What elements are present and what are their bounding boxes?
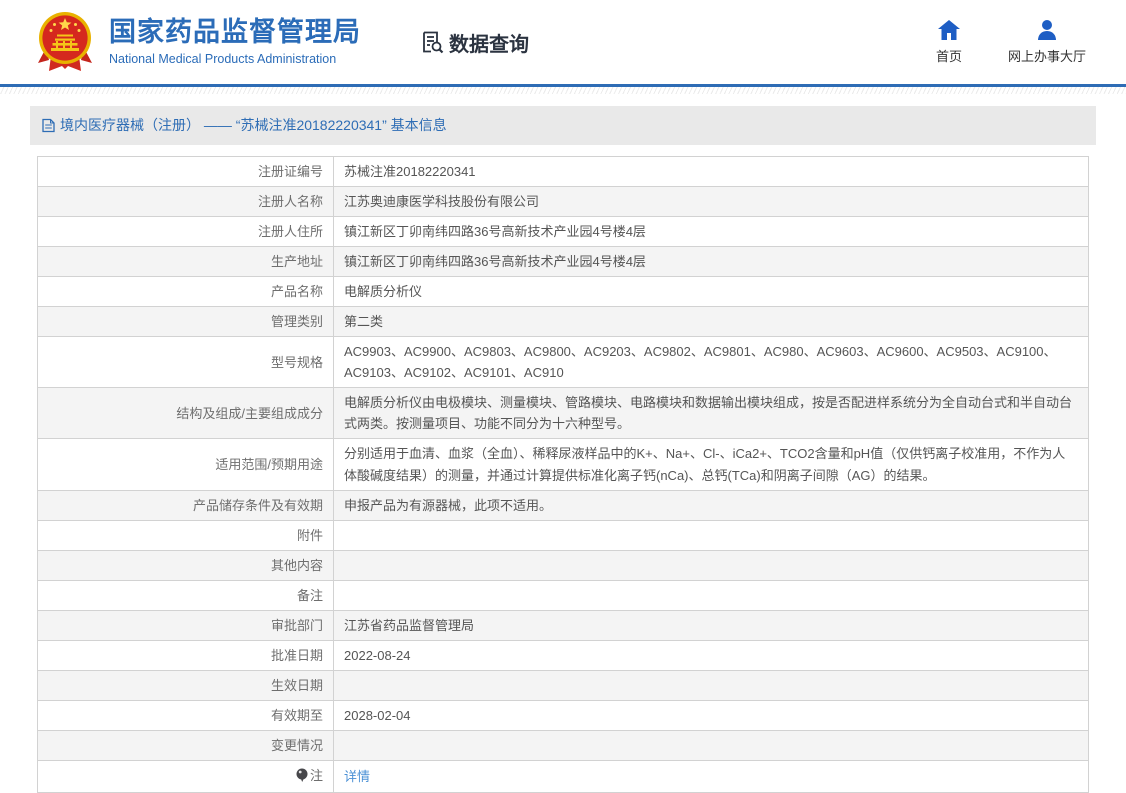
- field-label: 其他内容: [38, 550, 334, 580]
- field-value: 江苏省药品监督管理局: [334, 610, 1089, 640]
- field-value: 镇江新区丁卯南纬四路36号高新技术产业园4号楼4层: [334, 247, 1089, 277]
- field-label: 备注: [38, 580, 334, 610]
- field-value: 苏械注准20182220341: [334, 157, 1089, 187]
- home-icon: [937, 19, 961, 41]
- section-data-query[interactable]: 数据查询: [419, 28, 529, 57]
- field-label: 注册人名称: [38, 187, 334, 217]
- field-label: 注册证编号: [38, 157, 334, 187]
- table-row: 注册证编号苏械注准20182220341: [38, 157, 1089, 187]
- note-balloon-icon: [296, 767, 308, 788]
- field-label: 变更情况: [38, 730, 334, 760]
- main-content: 境内医疗器械（注册） —— “苏械注准20182220341” 基本信息 注册证…: [30, 106, 1096, 793]
- field-label: 结构及组成/主要组成成分: [38, 388, 334, 439]
- field-label: 适用范围/预期用途: [38, 439, 334, 490]
- field-value: [334, 550, 1089, 580]
- person-icon: [1035, 19, 1059, 41]
- field-value: 第二类: [334, 307, 1089, 337]
- nav-item-label: 网上办事大厅: [1008, 46, 1086, 65]
- table-row: 有效期至2028-02-04: [38, 700, 1089, 730]
- field-value: AC9903、AC9900、AC9803、AC9800、AC9203、AC980…: [334, 337, 1089, 388]
- detail-link[interactable]: 详情: [344, 769, 370, 784]
- table-row: 管理类别第二类: [38, 307, 1089, 337]
- brand[interactable]: 国家药品监督管理局 National Medical Products Admi…: [36, 10, 361, 74]
- brand-subtitle-en: National Medical Products Administration: [109, 52, 361, 66]
- field-label: 附件: [38, 520, 334, 550]
- brand-text: 国家药品监督管理局 National Medical Products Admi…: [109, 18, 361, 66]
- table-row: 附件: [38, 520, 1089, 550]
- field-value: [334, 670, 1089, 700]
- nav-item-label: 首页: [936, 46, 962, 65]
- field-value: 申报产品为有源器械，此项不适用。: [334, 490, 1089, 520]
- field-label: 生产地址: [38, 247, 334, 277]
- table-row: 注详情: [38, 760, 1089, 792]
- field-label: 管理类别: [38, 307, 334, 337]
- nav-item-home[interactable]: 首页: [936, 19, 962, 65]
- table-row: 其他内容: [38, 550, 1089, 580]
- table-row: 产品储存条件及有效期申报产品为有源器械，此项不适用。: [38, 490, 1089, 520]
- field-value: 详情: [334, 760, 1089, 792]
- field-label: 生效日期: [38, 670, 334, 700]
- field-value: 江苏奥迪康医学科技股份有限公司: [334, 187, 1089, 217]
- field-value: [334, 520, 1089, 550]
- table-row: 生产地址镇江新区丁卯南纬四路36号高新技术产业园4号楼4层: [38, 247, 1089, 277]
- field-label: 型号规格: [38, 337, 334, 388]
- field-value: [334, 580, 1089, 610]
- field-value: 分别适用于血清、血浆（全血）、稀释尿液样品中的K+、Na+、Cl-、iCa2+、…: [334, 439, 1089, 490]
- page-title: 境内医疗器械（注册） —— “苏械注准20182220341” 基本信息: [60, 115, 447, 135]
- table-row: 审批部门江苏省药品监督管理局: [38, 610, 1089, 640]
- field-label: 注: [38, 760, 334, 792]
- field-value: 2022-08-24: [334, 640, 1089, 670]
- table-row: 适用范围/预期用途分别适用于血清、血浆（全血）、稀释尿液样品中的K+、Na+、C…: [38, 439, 1089, 490]
- field-value: 电解质分析仪由电极模块、测量模块、管路模块、电路模块和数据输出模块组成，按是否配…: [334, 388, 1089, 439]
- header-nav: 首页 网上办事大厅: [936, 19, 1086, 65]
- china-national-emblem-icon: [36, 10, 94, 74]
- field-label: 审批部门: [38, 610, 334, 640]
- nav-item-service-hall[interactable]: 网上办事大厅: [1008, 19, 1086, 65]
- field-label: 注册人住所: [38, 217, 334, 247]
- registration-info-table: 注册证编号苏械注准20182220341注册人名称江苏奥迪康医学科技股份有限公司…: [37, 156, 1089, 793]
- document-search-icon: [419, 29, 445, 55]
- document-icon: [42, 118, 55, 133]
- field-label: 产品储存条件及有效期: [38, 490, 334, 520]
- table-row: 型号规格AC9903、AC9900、AC9803、AC9800、AC9203、A…: [38, 337, 1089, 388]
- field-label: 批准日期: [38, 640, 334, 670]
- table-row: 变更情况: [38, 730, 1089, 760]
- hatch-divider: [0, 87, 1126, 94]
- table-row: 生效日期: [38, 670, 1089, 700]
- brand-title-cn: 国家药品监督管理局: [109, 18, 361, 48]
- field-value: [334, 730, 1089, 760]
- table-row: 注册人名称江苏奥迪康医学科技股份有限公司: [38, 187, 1089, 217]
- section-label: 数据查询: [449, 28, 529, 57]
- field-value: 电解质分析仪: [334, 277, 1089, 307]
- field-value: 镇江新区丁卯南纬四路36号高新技术产业园4号楼4层: [334, 217, 1089, 247]
- page-title-bar: 境内医疗器械（注册） —— “苏械注准20182220341” 基本信息: [30, 106, 1096, 145]
- table-row: 产品名称电解质分析仪: [38, 277, 1089, 307]
- field-label: 产品名称: [38, 277, 334, 307]
- table-row: 注册人住所镇江新区丁卯南纬四路36号高新技术产业园4号楼4层: [38, 217, 1089, 247]
- field-label: 有效期至: [38, 700, 334, 730]
- table-row: 批准日期2022-08-24: [38, 640, 1089, 670]
- site-header: 国家药品监督管理局 National Medical Products Admi…: [0, 0, 1126, 87]
- table-row: 结构及组成/主要组成成分电解质分析仪由电极模块、测量模块、管路模块、电路模块和数…: [38, 388, 1089, 439]
- field-value: 2028-02-04: [334, 700, 1089, 730]
- table-row: 备注: [38, 580, 1089, 610]
- info-table-body: 注册证编号苏械注准20182220341注册人名称江苏奥迪康医学科技股份有限公司…: [38, 157, 1089, 793]
